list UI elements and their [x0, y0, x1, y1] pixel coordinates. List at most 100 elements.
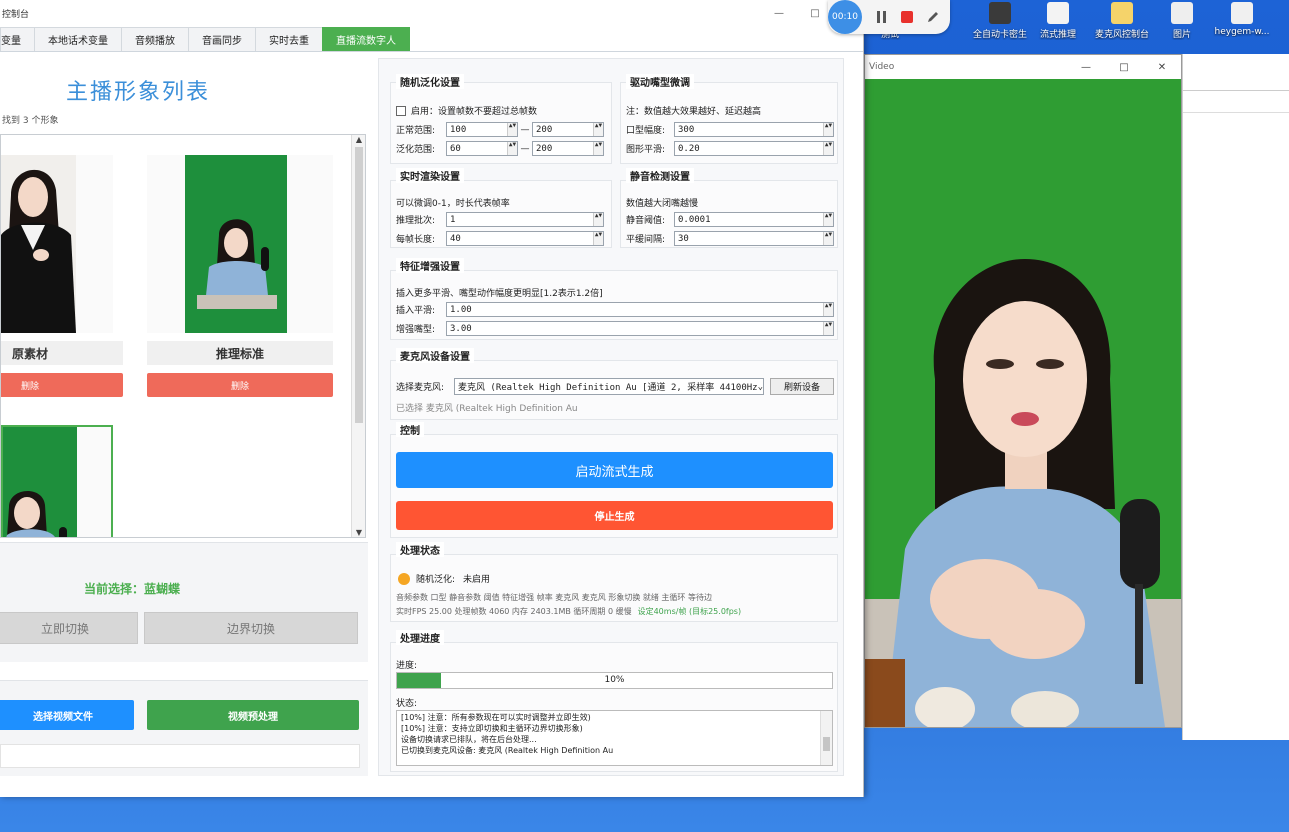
normal-range-row: 正常范围: 100 ▲▼ — 200 ▲▼	[396, 122, 604, 137]
switch-boundary-button[interactable]: 边界切换	[144, 612, 358, 644]
avatar-name-standard: 推理标准	[147, 341, 333, 365]
random-enable-checkbox[interactable]	[396, 105, 406, 116]
select-video-button[interactable]: 选择视频文件	[0, 700, 134, 730]
render-frame-input[interactable]: 40 ▲▼	[446, 231, 604, 246]
render-frame-row: 每帧长度: 40 ▲▼	[396, 231, 604, 246]
scrollbar-thumb[interactable]	[355, 147, 363, 423]
general-max-input[interactable]: 200 ▲▼	[532, 141, 604, 156]
file-path-field[interactable]	[0, 744, 360, 768]
maximize-button[interactable]: □	[1105, 62, 1143, 73]
video-titlebar[interactable]: Video — □ ✕	[865, 55, 1181, 79]
tab-variables[interactable]: 变量	[0, 27, 35, 51]
delete-button-standard[interactable]: 删除	[147, 373, 333, 397]
feature-mouth-input[interactable]: 3.00 ▲▼	[446, 321, 834, 336]
pen-icon[interactable]	[922, 6, 944, 28]
status-params-line: 音频参数 口型 静音参数 阈值 特征增强 帧率 麦克风 麦克风 形象切换 就绪 …	[396, 593, 712, 602]
mic-device-select[interactable]: 麦克风 (Realtek High Definition Au [通道 2, 采…	[454, 378, 764, 395]
render-batch-row: 推理批次: 1 ▲▼	[396, 212, 604, 227]
general-min-input[interactable]: 60 ▲▼	[446, 141, 518, 156]
screen-recorder-widget[interactable]: 00:10	[828, 0, 950, 34]
spin-arrows-icon[interactable]: ▲▼	[593, 142, 603, 155]
desktop-icon-5[interactable]: heygem-w...	[1202, 0, 1282, 37]
close-button[interactable]: ✕	[1143, 62, 1181, 73]
avatar-thumbnail	[1, 155, 76, 333]
app-icon	[989, 2, 1011, 24]
status-log[interactable]: [10%] 注意：所有参数现在可以实时调整并立即生效) [10%] 注意：支持立…	[396, 710, 833, 766]
feature-insert-input[interactable]: 1.00 ▲▼	[446, 302, 834, 317]
spin-arrows-icon[interactable]: ▲▼	[507, 123, 517, 136]
spin-arrows-icon[interactable]: ▲▼	[823, 303, 833, 316]
tab-live-digital-human[interactable]: 直播流数字人	[322, 27, 410, 51]
avatar-thumbnail	[185, 155, 287, 333]
spin-arrows-icon[interactable]: ▲▼	[823, 142, 833, 155]
avatar-card-standard[interactable]	[147, 155, 333, 333]
delete-button-original[interactable]: 删除	[1, 373, 123, 397]
mouth-amp-input[interactable]: 300 ▲▼	[674, 122, 834, 137]
normal-min-input[interactable]: 100 ▲▼	[446, 122, 518, 137]
avatar-count: 找到 3 个形象	[2, 116, 59, 126]
tab-audio-playback[interactable]: 音频播放	[121, 27, 189, 51]
tab-local-script-variables[interactable]: 本地话术变量	[34, 27, 122, 51]
avatar-list[interactable]: 原素材 删除 推理标准 删除 ▲ ▼	[0, 134, 366, 538]
start-streaming-button[interactable]: 启动流式生成	[396, 452, 833, 488]
spin-arrows-icon[interactable]: ▲▼	[823, 213, 833, 226]
mouth-smooth-input[interactable]: 0.20 ▲▼	[674, 141, 834, 156]
silence-smooth-row: 平缓间隔: 30 ▲▼	[626, 231, 834, 246]
feature-mouth-row: 增强嘴型: 3.00 ▲▼	[396, 321, 834, 336]
app-window[interactable]: 控制台 — □ 变量 本地话术变量 音频播放 音画同步 实时去重 直播流数字人 …	[0, 0, 864, 797]
status-perf-line: 实时FPS 25.00 处理帧数 4060 内存 2403.1MB 循环周期 0…	[396, 607, 742, 616]
progress-percent: 10%	[604, 675, 625, 685]
spin-arrows-icon[interactable]: ▲▼	[593, 232, 603, 245]
recording-timer: 00:10	[828, 0, 862, 34]
progress-bar: 10%	[396, 672, 833, 689]
render-batch-input[interactable]: 1 ▲▼	[446, 212, 604, 227]
avatar-card-blue-butterfly[interactable]	[1, 425, 113, 537]
scrollbar-thumb[interactable]	[823, 737, 830, 751]
avatar-card-original[interactable]	[1, 155, 113, 333]
tab-realtime-dedup[interactable]: 实时去重	[255, 27, 323, 51]
chevron-down-icon: ⌄	[757, 381, 763, 392]
mouth-smooth-row: 图形平滑: 0.20 ▲▼	[626, 141, 834, 156]
avatar-thumbnail	[3, 427, 77, 537]
pause-icon[interactable]	[870, 6, 892, 28]
switch-now-button[interactable]: 立即切换	[0, 612, 138, 644]
video-frame	[865, 79, 1181, 727]
tab-av-sync[interactable]: 音画同步	[188, 27, 256, 51]
stop-recording-icon[interactable]	[896, 6, 918, 28]
random-status-row: 随机泛化: 未启用	[398, 572, 490, 585]
silence-smooth-input[interactable]: 30 ▲▼	[674, 231, 834, 246]
avatar-panel: 主播形象列表 找到 3 个形象 原素材 删除 推理标准 删除 ▲ ▼ 当前选择：…	[0, 58, 368, 780]
video-preprocess-button[interactable]: 视频预处理	[147, 700, 359, 730]
spin-arrows-icon[interactable]: ▲▼	[823, 322, 833, 335]
spin-arrows-icon[interactable]: ▲▼	[823, 232, 833, 245]
scroll-down-icon[interactable]: ▼	[352, 528, 365, 537]
log-line: [10%] 注意：支持立即切换和主循环边界切换形象)	[401, 724, 583, 733]
random-enable-row: 启用：设置帧数不要超过总帧数	[396, 104, 537, 117]
current-selection: 当前选择：蓝蝴蝶	[84, 582, 181, 596]
feature-insert-row: 插入平滑: 1.00 ▲▼	[396, 302, 834, 317]
log-scrollbar[interactable]	[820, 711, 832, 765]
silence-note: 数值越大闭嘴越慢	[626, 199, 699, 209]
spin-arrows-icon[interactable]: ▲▼	[593, 213, 603, 226]
stop-generation-button[interactable]: 停止生成	[396, 501, 833, 530]
normal-max-input[interactable]: 200 ▲▼	[532, 122, 604, 137]
spin-arrows-icon[interactable]: ▲▼	[593, 123, 603, 136]
control-title: 控制	[396, 422, 424, 437]
file-icon	[1231, 2, 1253, 24]
settings-panel: 随机泛化设置 启用：设置帧数不要超过总帧数 正常范围: 100 ▲▼ — 200 ▲…	[378, 58, 844, 776]
spin-arrows-icon[interactable]: ▲▼	[823, 123, 833, 136]
general-range-row: 泛化范围: 60 ▲▼ — 200 ▲▼	[396, 141, 604, 156]
silence-threshold-input[interactable]: 0.0001 ▲▼	[674, 212, 834, 227]
minimize-button[interactable]: —	[761, 8, 797, 19]
spin-arrows-icon[interactable]: ▲▼	[507, 142, 517, 155]
minimize-button[interactable]: —	[1067, 62, 1105, 73]
refresh-devices-button[interactable]: 刷新设备	[770, 378, 834, 395]
progress-label: 进度:	[396, 661, 418, 671]
file-icon	[1171, 2, 1193, 24]
app-titlebar[interactable]: 控制台 — □	[0, 0, 863, 26]
avatar-list-scrollbar[interactable]: ▲ ▼	[351, 135, 365, 537]
scroll-up-icon[interactable]: ▲	[352, 135, 365, 144]
avatar-list-title: 主播形象列表	[66, 80, 211, 105]
video-window[interactable]: Video — □ ✕	[864, 54, 1182, 728]
silence-title: 静音检测设置	[626, 168, 694, 183]
